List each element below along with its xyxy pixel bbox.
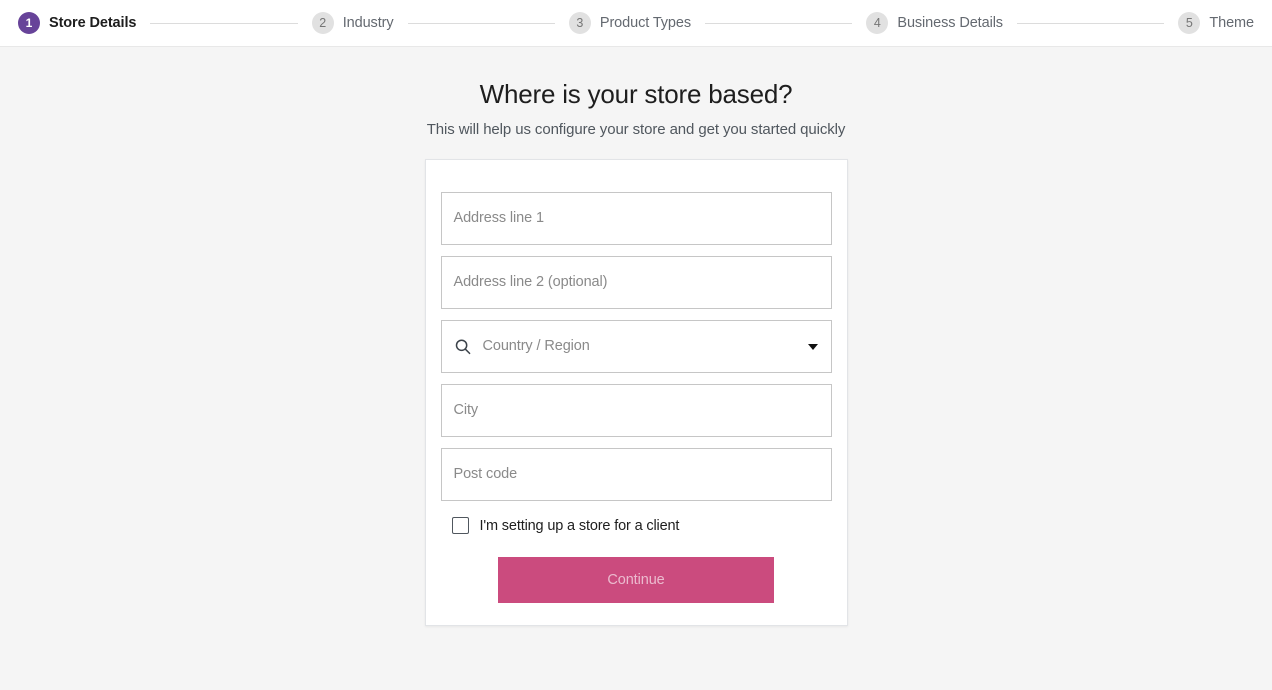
step-number-5: 5	[1178, 12, 1201, 34]
client-setup-checkbox-row[interactable]: I'm setting up a store for a client	[451, 517, 832, 534]
city-placeholder: City	[453, 401, 479, 418]
setup-wizard-stepper: 1 Store Details 2 Industry 3 Product Typ…	[0, 0, 1272, 47]
post-code-placeholder: Post code	[453, 465, 518, 482]
step-store-details[interactable]: 1 Store Details	[18, 12, 136, 34]
step-label-industry: Industry	[342, 15, 394, 31]
step-connector-3	[705, 22, 853, 24]
chevron-down-icon[interactable]	[807, 343, 818, 350]
country-region-placeholder: Country / Region	[482, 337, 590, 354]
search-icon	[454, 338, 472, 356]
address-line-1-placeholder: Address line 1	[453, 209, 545, 226]
step-connector-4	[1016, 22, 1165, 24]
address-line-1-field[interactable]: Address line 1	[440, 192, 832, 245]
step-theme[interactable]: 5 Theme	[1178, 12, 1254, 34]
stepper-track: 1 Store Details 2 Industry 3 Product Typ…	[18, 12, 1254, 34]
address-line-2-placeholder: Address line 2 (optional)	[453, 273, 608, 290]
step-number-4: 4	[866, 12, 889, 34]
continue-button[interactable]: Continue	[498, 557, 774, 603]
step-label-store-details: Store Details	[49, 15, 137, 31]
post-code-field[interactable]: Post code	[440, 448, 832, 501]
country-region-select[interactable]: Country / Region	[440, 320, 832, 373]
step-business-details[interactable]: 4 Business Details	[866, 12, 1003, 34]
client-setup-checkbox[interactable]	[451, 517, 469, 534]
step-number-1: 1	[18, 12, 40, 34]
step-industry[interactable]: 2 Industry	[311, 12, 394, 34]
step-label-theme: Theme	[1209, 15, 1254, 31]
address-line-2-field[interactable]: Address line 2 (optional)	[440, 256, 832, 309]
step-label-business-details: Business Details	[897, 15, 1003, 31]
step-product-types[interactable]: 3 Product Types	[568, 12, 691, 34]
step-number-3: 3	[568, 12, 591, 34]
continue-button-wrap: Continue	[441, 557, 832, 607]
city-field[interactable]: City	[440, 384, 832, 437]
step-connector-1	[150, 22, 298, 24]
step-number-2: 2	[311, 12, 334, 34]
step-label-product-types: Product Types	[599, 15, 691, 31]
page-subtitle: This will help us configure your store a…	[426, 121, 846, 138]
page-title: Where is your store based?	[479, 79, 793, 109]
step-connector-2	[407, 22, 555, 24]
store-address-card: Address line 1 Address line 2 (optional)…	[424, 159, 848, 626]
client-setup-checkbox-label: I'm setting up a store for a client	[479, 517, 680, 534]
page-body: Where is your store based? This will hel…	[0, 47, 1272, 690]
